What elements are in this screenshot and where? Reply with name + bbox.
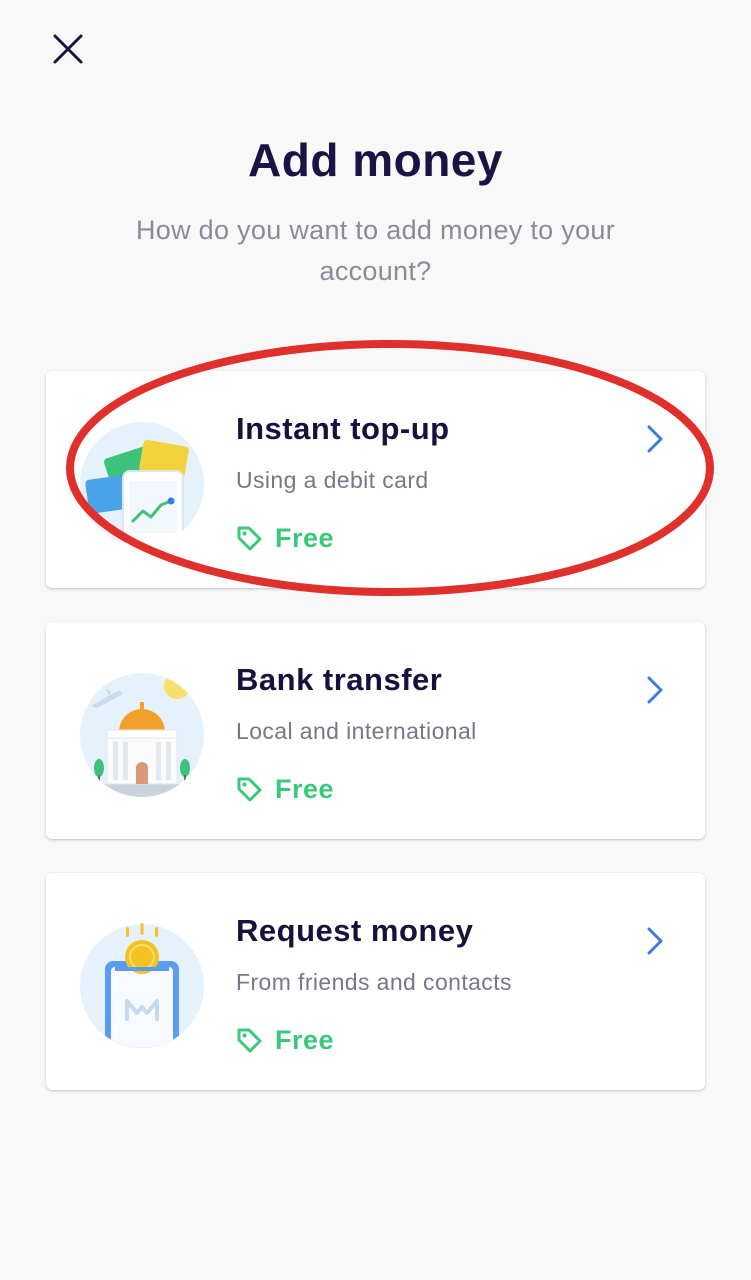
option-title: Bank transfer (236, 662, 443, 697)
bank-building-illustration (80, 673, 204, 797)
fee-badge: Free (236, 772, 334, 806)
fee-label: Free (275, 522, 335, 553)
debit-card-illustration (80, 422, 204, 546)
price-tag-icon (237, 1028, 262, 1052)
fee-label: Free (275, 773, 335, 804)
fee-label: Free (275, 1024, 335, 1055)
option-title: Request money (236, 913, 474, 948)
instant-top-up-option[interactable]: Instant top-up Using a debit card Free (46, 371, 705, 588)
option-description: Using a debit card (236, 467, 429, 493)
close-button[interactable] (46, 27, 90, 71)
fee-badge: Free (236, 521, 334, 555)
option-description: Local and international (236, 718, 477, 744)
price-tag-icon (237, 526, 262, 550)
page-title: Add money (248, 134, 503, 186)
add-money-screen: Add money How do you want to add money t… (0, 0, 751, 1280)
option-title: Instant top-up (236, 411, 450, 446)
request-money-option[interactable]: Request money From friends and contacts … (46, 873, 705, 1090)
price-tag-icon (237, 777, 262, 801)
option-description: From friends and contacts (236, 969, 512, 995)
request-money-illustration (80, 923, 204, 1048)
fee-badge: Free (236, 1023, 334, 1057)
close-icon (53, 34, 83, 64)
bank-transfer-option[interactable]: Bank transfer Local and international Fr… (46, 622, 705, 839)
chevron-right-icon (647, 927, 663, 955)
page-subtitle: How do you want to add money to your acc… (135, 215, 616, 286)
chevron-right-icon (647, 425, 663, 453)
chevron-right-icon (647, 676, 663, 704)
